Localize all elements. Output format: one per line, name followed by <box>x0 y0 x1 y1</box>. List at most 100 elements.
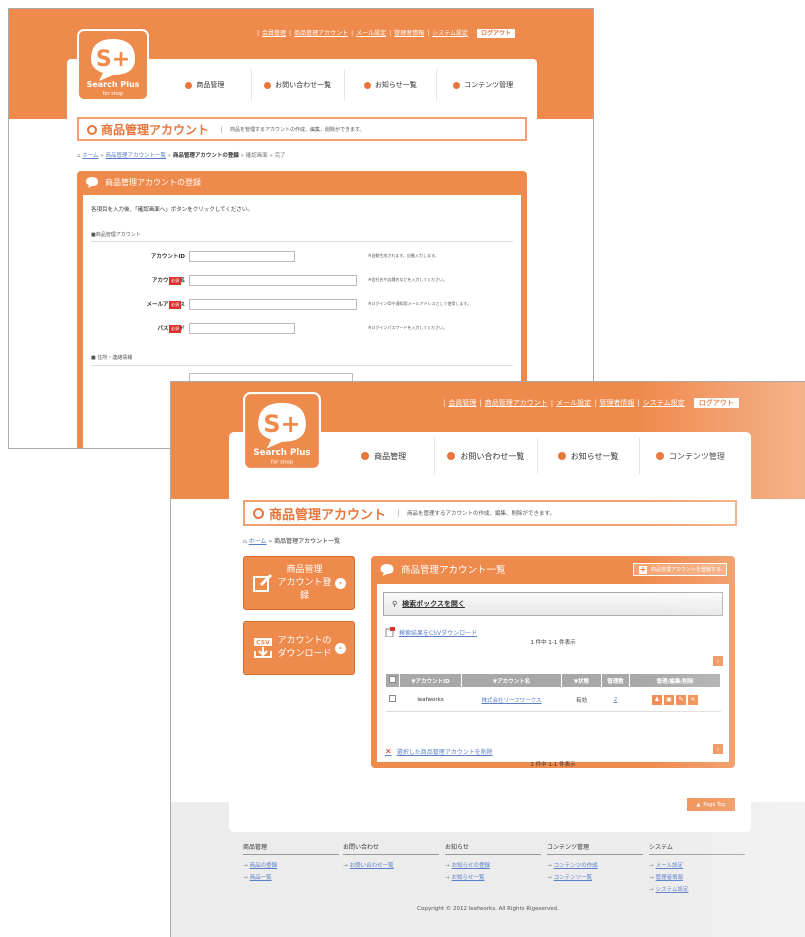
crumb-confirm: 確認画面 <box>245 153 268 159</box>
user-icon[interactable]: ♟ <box>652 694 662 705</box>
nav-news[interactable]: お知らせ一覧 <box>536 438 639 474</box>
ring-icon <box>87 125 97 135</box>
footer-link[interactable]: システム設定 <box>649 884 745 896</box>
footer-link[interactable]: お知らせ一覧 <box>445 872 541 884</box>
nav-contents[interactable]: コンテンツ管理 <box>638 438 741 474</box>
copyright: Copyright © 2012 leafworks. All Rights R… <box>417 906 559 912</box>
crumb-home[interactable]: ホーム <box>82 153 98 159</box>
toplink-members[interactable]: 会員管理 <box>262 30 286 37</box>
email-field[interactable] <box>189 299 357 310</box>
page-title: 商品管理アカウント <box>101 122 210 137</box>
toplink-admin[interactable]: 管理者情報 <box>394 30 424 37</box>
panel-title: 商品管理アカウントの登録 <box>105 177 201 187</box>
col-status[interactable]: ▼状態 <box>561 673 602 688</box>
toplink-accounts[interactable]: 商品管理アカウント <box>485 399 548 407</box>
select-all-checkbox[interactable] <box>389 676 396 683</box>
toplink-mail[interactable]: メール設定 <box>556 399 591 407</box>
brand-mini-icon <box>380 563 394 576</box>
panel-title: 商品管理アカウント一覧 <box>401 565 506 576</box>
pencil-icon[interactable]: ✎ <box>676 694 686 705</box>
delete-x-icon: ✕ <box>385 747 392 756</box>
logout-button[interactable]: ログアウト <box>693 398 739 408</box>
cell-count[interactable]: 2 <box>614 697 618 703</box>
toplink-system[interactable]: システム設定 <box>432 30 468 37</box>
home-icon: ⌂ <box>77 153 81 159</box>
arrow-up-icon: ▲ <box>696 801 701 808</box>
svg-text:CSV: CSV <box>256 640 270 647</box>
brand-mini-icon <box>86 177 98 188</box>
edit-document-icon <box>253 573 273 592</box>
col-account-id[interactable]: ▼アカウントID <box>399 673 462 688</box>
col-actions: 管理/編集/削除 <box>629 673 721 688</box>
footer-link[interactable]: 管理者情報 <box>649 872 745 884</box>
toplink-admin[interactable]: 管理者情報 <box>599 399 634 407</box>
cell-account-name[interactable]: 株式会社リーフワークス <box>481 698 541 704</box>
search-plus-logo[interactable]: S+ Search Plus for shop <box>77 29 149 101</box>
nav-inquiries[interactable]: お問い合わせ一覧 <box>250 69 344 101</box>
chevron-right-icon: › <box>335 642 346 654</box>
lock-icon[interactable]: ▣ <box>664 694 674 705</box>
delete-selected-link[interactable]: ✕ 選択した商品管理アカウントを削除 <box>385 747 493 756</box>
toplink-accounts[interactable]: 商品管理アカウント <box>294 30 348 37</box>
csv-download-icon: CSV <box>254 638 272 658</box>
account-name-field[interactable] <box>189 275 357 286</box>
page-top-button[interactable]: ▲ Page Top <box>687 798 735 811</box>
crumb-current: 商品管理アカウント一覧 <box>274 538 341 545</box>
download-accounts-button[interactable]: CSV アカウントの ダウンロード › <box>243 621 355 675</box>
password-field[interactable] <box>189 323 295 334</box>
account-list-panel: 商品管理アカウント一覧 + 商品管理アカウントを登録する ⚲ 検索ボックスを開く 検… <box>371 556 735 768</box>
toplink-system[interactable]: システム設定 <box>643 399 685 407</box>
nav-inquiries[interactable]: お問い合わせ一覧 <box>434 438 536 474</box>
logout-button[interactable]: ログアウト <box>476 29 515 38</box>
footer-link[interactable]: 商品の登録 <box>243 860 339 872</box>
form-row-account-name: アカウント名 必須 ※会社名や店舗名などを入力してください。 <box>91 274 511 288</box>
account-id-field[interactable] <box>189 251 295 262</box>
home-icon: ⌂ <box>243 538 247 545</box>
crumb-list[interactable]: 商品管理アカウント一覧 <box>105 153 166 159</box>
footer-link[interactable]: コンテンツの作成 <box>547 860 643 872</box>
table-row: leafworks 株式会社リーフワークス 有効 2 ♟ ▣ ✎ ✕ <box>385 687 721 712</box>
page-title-box: 商品管理アカウント 商品を管理するアカウントの作成、編集、削除ができます。 <box>77 117 527 141</box>
page-title: 商品管理アカウント <box>269 507 387 523</box>
toplink-mail[interactable]: メール設定 <box>356 30 386 37</box>
form-row-account-id: アカウントID ※自動生成されます。自動入力します。 <box>150 251 439 262</box>
footer-link[interactable]: お知らせの登録 <box>445 860 541 872</box>
footer-col-products: 商品管理 商品の登録 商品一覧 <box>243 842 339 884</box>
crumb-done: 完了 <box>274 153 286 159</box>
chevron-right-icon: › <box>335 577 346 589</box>
csv-download-link[interactable]: 検索結果をCSVダウンロード <box>385 627 477 637</box>
footer-link[interactable]: メール設定 <box>649 860 745 872</box>
register-account-small-button[interactable]: + 商品管理アカウントを登録する <box>632 563 727 576</box>
nav-products[interactable]: 商品管理 <box>159 69 251 101</box>
cell-account-id: leafworks <box>399 687 462 712</box>
breadcrumb: ⌂ ホーム » 商品管理アカウント一覧 <box>243 538 341 545</box>
required-badge: 必須 <box>169 325 181 333</box>
row-checkbox[interactable] <box>389 695 396 702</box>
footer-link[interactable]: コンテンツ一覧 <box>547 872 643 884</box>
footer-link[interactable]: お問い合わせ一覧 <box>343 860 439 872</box>
crumb-home[interactable]: ホーム <box>249 538 267 545</box>
toplink-members[interactable]: 会員管理 <box>448 399 476 407</box>
ring-icon <box>253 507 264 519</box>
close-icon[interactable]: ✕ <box>688 694 698 705</box>
form-row-password: パスワード 必須 ※ログインパスワードを入力してください。 <box>91 322 511 336</box>
footer-link[interactable]: 商品一覧 <box>243 872 339 884</box>
account-table: ▼アカウントID ▼アカウント名 ▼状態 管理数 管理/編集/削除 leafwo… <box>385 673 721 712</box>
nav-news[interactable]: お知らせ一覧 <box>343 69 437 101</box>
chevron-right-icon <box>185 81 193 89</box>
register-account-button[interactable]: 商品管理 アカウント登録 › <box>243 556 355 610</box>
page-description: 商品を管理するアカウントの作成、編集、削除ができます。 <box>398 509 555 517</box>
search-box-toggle[interactable]: ⚲ 検索ボックスを開く <box>383 592 723 616</box>
top-links: | 会員管理 | 商品管理アカウント | メール設定 | 管理者情報 | システム設定 ログアウト <box>257 28 518 38</box>
pagination-next[interactable]: › <box>713 656 723 666</box>
result-count-bottom: 1 件中 1-1 件表示 <box>530 762 576 768</box>
col-account-name[interactable]: ▼アカウント名 <box>461 673 562 688</box>
nav-contents[interactable]: コンテンツ管理 <box>436 69 529 101</box>
pagination-next-bottom[interactable]: › <box>713 744 723 754</box>
nav-products[interactable]: 商品管理 <box>333 438 434 474</box>
top-links: | 会員管理 | 商品管理アカウント | メール設定 | 管理者情報 | システム設定 ログアウト <box>443 398 742 408</box>
search-plus-logo[interactable]: S+ Search Plus for shop <box>243 392 321 470</box>
crumb-current: 商品管理アカウントの登録 <box>172 153 239 159</box>
chevron-right-icon <box>361 452 370 460</box>
required-badge: 必須 <box>169 301 181 309</box>
